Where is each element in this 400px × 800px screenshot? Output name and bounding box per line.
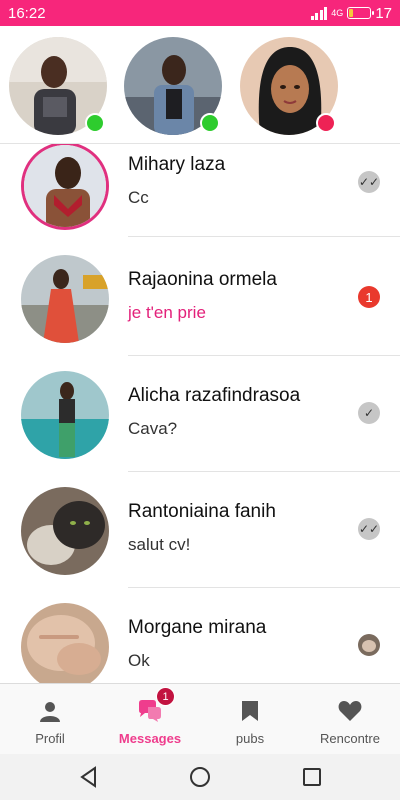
last-message: salut cv! bbox=[128, 535, 191, 554]
avatar bbox=[21, 487, 109, 575]
story-avatar-2[interactable] bbox=[124, 37, 222, 135]
last-message: Ok bbox=[128, 651, 150, 670]
divider bbox=[128, 236, 400, 237]
online-status-dot bbox=[85, 113, 105, 133]
network-type: 4G bbox=[331, 7, 344, 18]
unread-count-badge: 1 bbox=[358, 286, 380, 308]
back-icon[interactable] bbox=[77, 765, 101, 789]
bottom-navigation: Profil 1 Messages pubs Rencontre bbox=[0, 683, 400, 754]
battery-icon bbox=[347, 7, 375, 19]
avatar bbox=[21, 371, 109, 459]
conversation-list: Mihary laza Cc ✓✓ Rajaonina ormela je t'… bbox=[0, 144, 400, 683]
status-bar: 16:22 4G 17 bbox=[0, 0, 400, 26]
divider bbox=[128, 471, 400, 472]
system-navigation bbox=[0, 754, 400, 800]
check-icon: ✓ bbox=[358, 402, 380, 424]
conversation-row[interactable]: Alicha razafindrasoa Cava? ✓ bbox=[0, 371, 400, 487]
contact-name: Alicha razafindrasoa bbox=[128, 385, 301, 406]
person-icon bbox=[37, 698, 63, 724]
last-message: Cava? bbox=[128, 419, 178, 438]
status-time: 16:22 bbox=[8, 4, 46, 22]
avatar bbox=[21, 144, 109, 230]
bookmark-icon bbox=[237, 698, 263, 724]
online-users-row bbox=[0, 26, 400, 144]
nav-label: Rencontre bbox=[320, 731, 380, 746]
conversation-row[interactable]: Rajaonina ormela je t'en prie 1 bbox=[0, 255, 400, 371]
nav-label: Messages bbox=[118, 731, 182, 746]
offline-status-dot bbox=[316, 113, 336, 133]
last-message: je t'en prie bbox=[128, 303, 206, 322]
contact-name: Rantoniaina fanih bbox=[128, 501, 276, 522]
contact-name: Mihary laza bbox=[128, 154, 226, 175]
avatar bbox=[21, 255, 109, 343]
recents-icon[interactable] bbox=[300, 765, 324, 789]
nav-pubs[interactable]: pubs bbox=[200, 684, 300, 754]
nav-messages[interactable]: 1 Messages bbox=[100, 684, 200, 754]
nav-profil[interactable]: Profil bbox=[0, 684, 100, 754]
online-status-dot bbox=[200, 113, 220, 133]
contact-name: Morgane mirana bbox=[128, 617, 267, 638]
divider bbox=[128, 587, 400, 588]
contact-name: Rajaonina ormela bbox=[128, 269, 277, 290]
conversation-row[interactable]: Mihary laza Cc ✓✓ bbox=[0, 144, 400, 256]
battery-percent: 17 bbox=[375, 4, 392, 22]
signal-icon bbox=[310, 6, 328, 20]
conversation-row[interactable]: Morgane mirana Ok bbox=[0, 603, 400, 683]
nav-label: Profil bbox=[35, 731, 65, 746]
heart-icon bbox=[337, 698, 363, 724]
avatar bbox=[21, 603, 109, 683]
story-avatar-3[interactable] bbox=[240, 37, 338, 135]
nav-rencontre[interactable]: Rencontre bbox=[300, 684, 400, 754]
home-icon[interactable] bbox=[188, 765, 212, 789]
story-avatar-1[interactable] bbox=[9, 37, 107, 135]
messages-badge: 1 bbox=[156, 687, 175, 706]
conversation-row[interactable]: Rantoniaina fanih salut cv! ✓✓ bbox=[0, 487, 400, 603]
nav-label: pubs bbox=[235, 731, 265, 746]
status-icons: 4G 17 bbox=[310, 4, 392, 22]
seen-avatar bbox=[358, 634, 380, 656]
divider bbox=[128, 355, 400, 356]
last-message: Cc bbox=[128, 188, 149, 207]
double-check-icon: ✓✓ bbox=[358, 518, 380, 540]
double-check-icon: ✓✓ bbox=[358, 171, 380, 193]
